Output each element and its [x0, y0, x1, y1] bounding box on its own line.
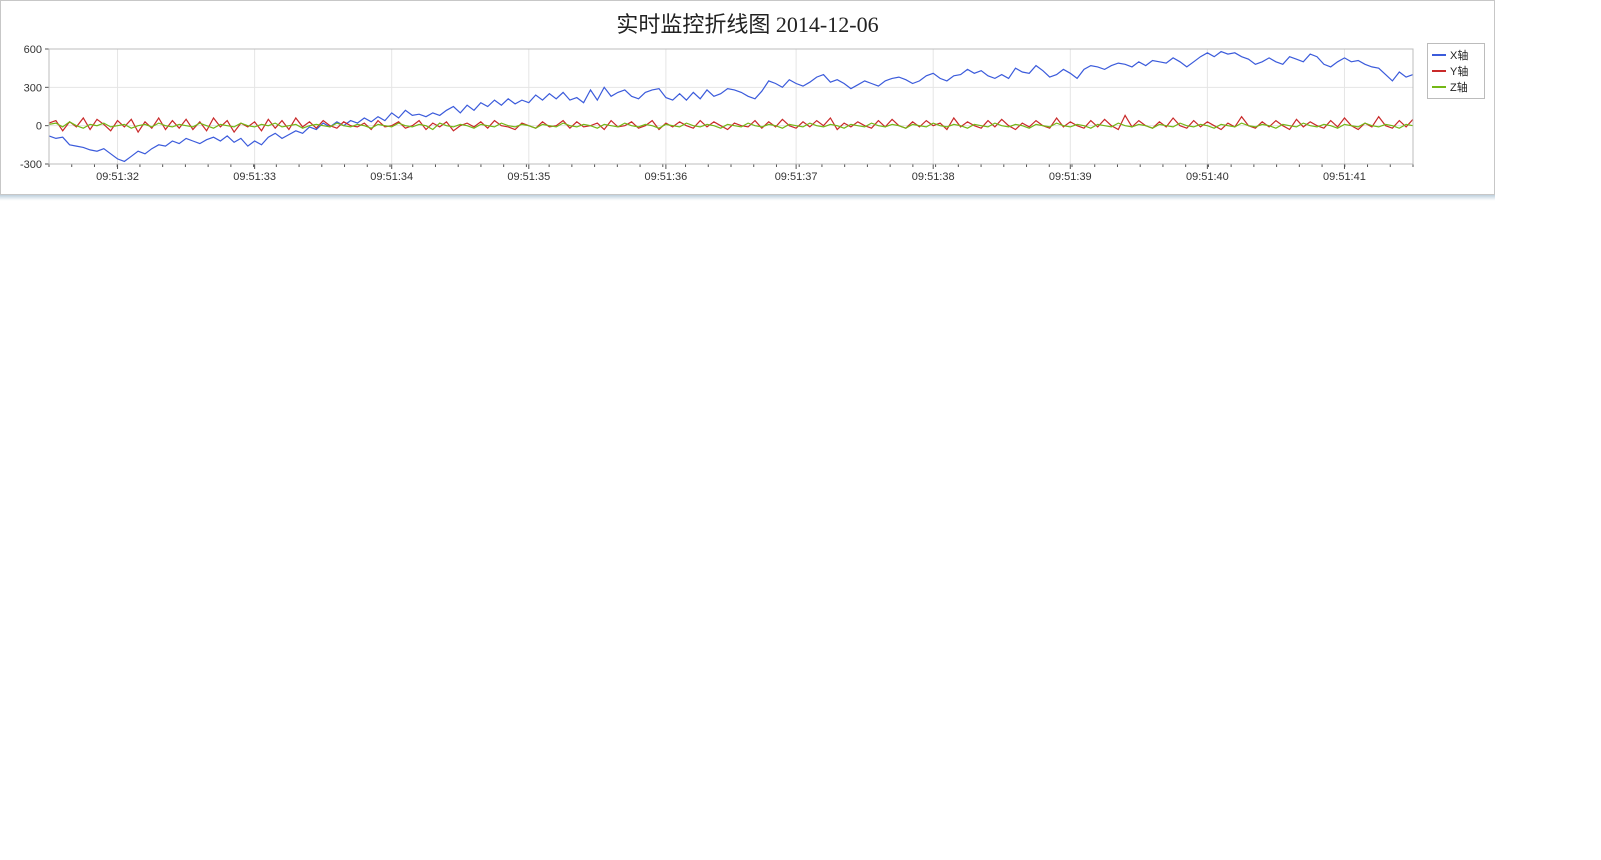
svg-text:09:51:34: 09:51:34 — [370, 171, 413, 183]
legend-item-z: Z轴 — [1432, 79, 1480, 95]
line-chart[interactable]: -300 0 300 600 09:51:32 09:51:33 09:51:34 09:51… — [9, 43, 1419, 188]
svg-text:300: 300 — [24, 82, 42, 94]
svg-text:09:51:38: 09:51:38 — [912, 171, 955, 183]
svg-text:09:51:33: 09:51:33 — [233, 171, 276, 183]
legend-swatch-x — [1432, 54, 1446, 56]
legend-swatch-y — [1432, 70, 1446, 72]
svg-text:09:51:37: 09:51:37 — [775, 171, 818, 183]
chart-row: -300 0 300 600 09:51:32 09:51:33 09:51:34 09:51… — [9, 43, 1486, 188]
panel-shadow — [0, 195, 1495, 201]
svg-text:09:51:39: 09:51:39 — [1049, 171, 1092, 183]
legend-label-x: X轴 — [1450, 47, 1468, 63]
svg-text:0: 0 — [36, 121, 42, 133]
svg-text:-300: -300 — [20, 159, 42, 171]
svg-text:600: 600 — [24, 44, 42, 56]
svg-text:09:51:32: 09:51:32 — [96, 171, 139, 183]
svg-text:09:51:35: 09:51:35 — [507, 171, 550, 183]
legend-label-z: Z轴 — [1450, 79, 1468, 95]
chart-panel: 实时监控折线图 2014-12-06 -300 0 300 600 09:51:32 09… — [0, 0, 1495, 195]
legend-swatch-z — [1432, 86, 1446, 88]
svg-text:09:51:41: 09:51:41 — [1323, 171, 1366, 183]
legend-item-y: Y轴 — [1432, 63, 1480, 79]
chart-legend: X轴 Y轴 Z轴 — [1427, 43, 1485, 99]
svg-text:09:51:40: 09:51:40 — [1186, 171, 1229, 183]
svg-text:09:51:36: 09:51:36 — [644, 171, 687, 183]
legend-label-y: Y轴 — [1450, 63, 1468, 79]
legend-item-x: X轴 — [1432, 47, 1480, 63]
chart-title: 实时监控折线图 2014-12-06 — [9, 7, 1486, 39]
